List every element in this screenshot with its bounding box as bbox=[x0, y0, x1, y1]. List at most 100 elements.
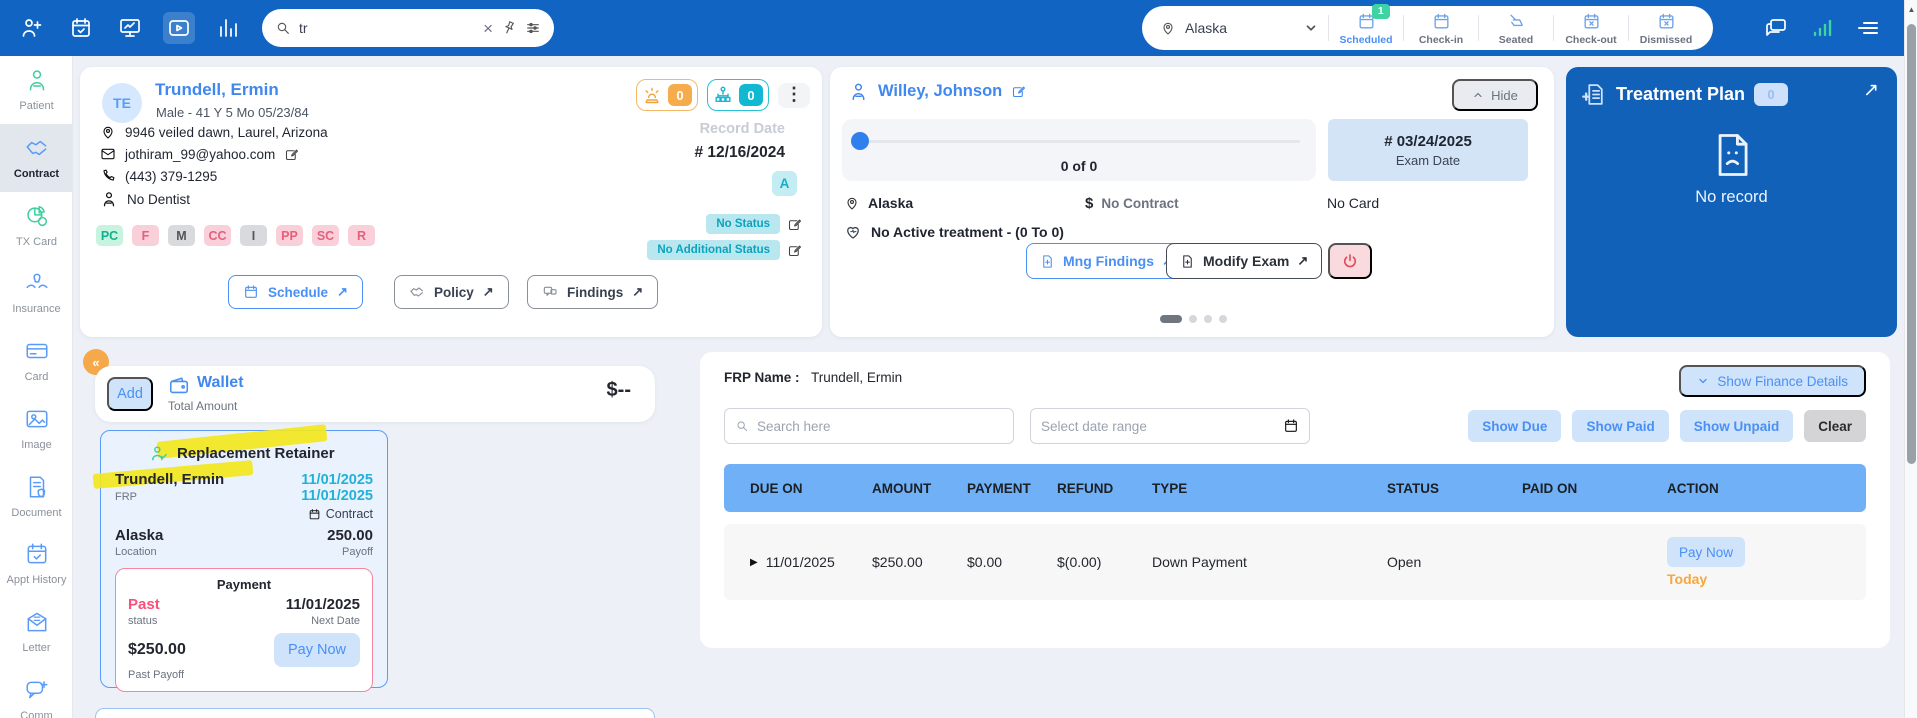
family-links-badge[interactable]: 0 bbox=[707, 79, 769, 111]
slider-track bbox=[858, 140, 1300, 143]
clear-filter-button[interactable]: Clear bbox=[1804, 410, 1866, 442]
add-patient-icon[interactable] bbox=[16, 12, 48, 44]
scroll-up-arrow[interactable]: ▲ bbox=[1905, 5, 1917, 14]
pin-search-icon[interactable] bbox=[498, 17, 519, 38]
chevron-down-icon[interactable] bbox=[1304, 21, 1318, 35]
show-finance-details-button[interactable]: Show Finance Details bbox=[1679, 365, 1866, 397]
tab-check-in[interactable]: Check-in bbox=[1404, 10, 1478, 46]
sidebar-item-card[interactable]: Card bbox=[0, 327, 73, 395]
tag-f[interactable]: F bbox=[132, 225, 159, 246]
no-record-text: No record bbox=[1695, 188, 1768, 206]
mng-findings-button[interactable]: Mng Findings↗ bbox=[1026, 243, 1187, 279]
edit-status-icon[interactable] bbox=[787, 217, 802, 232]
sidebar-item-document[interactable]: Document bbox=[0, 463, 73, 531]
record-date-label: Record Date bbox=[699, 121, 785, 137]
deactivate-power-button[interactable] bbox=[1328, 243, 1372, 279]
carousel-dot[interactable] bbox=[1219, 315, 1227, 323]
chat-icon[interactable] bbox=[1764, 16, 1788, 40]
tag-m[interactable]: M bbox=[168, 225, 195, 246]
sidebar-item-patient[interactable]: Patient bbox=[0, 56, 73, 124]
date-range-input[interactable] bbox=[1041, 418, 1275, 434]
col-payment: PAYMENT bbox=[967, 480, 1031, 496]
col-refund: REFUND bbox=[1057, 480, 1114, 496]
location-select[interactable]: Alaska bbox=[1160, 20, 1328, 36]
status-flag-badge[interactable]: A bbox=[772, 171, 797, 196]
active-treatment-row: No Active treatment - (0 To 0) bbox=[844, 223, 1064, 241]
edit-email-icon[interactable] bbox=[284, 147, 299, 162]
tab-check-out[interactable]: Check-out bbox=[1554, 10, 1628, 46]
patient-name[interactable]: Trundell, Ermin bbox=[155, 80, 279, 100]
next-contract-card-partial[interactable] bbox=[95, 708, 655, 718]
edit-doctor-icon[interactable] bbox=[1011, 84, 1026, 99]
tag-cc[interactable]: CC bbox=[204, 225, 231, 246]
exam-date-box[interactable]: # 03/24/2025 Exam Date bbox=[1328, 119, 1528, 181]
row-pay-now-button[interactable]: Pay Now bbox=[1667, 537, 1745, 567]
carousel-dot[interactable] bbox=[1204, 315, 1212, 323]
payment-next-date: 11/01/2025 bbox=[285, 596, 360, 613]
contract-location-label: Location bbox=[115, 546, 157, 558]
dismissed-calendar-icon bbox=[1657, 12, 1676, 31]
frp-name-row: FRP Name : Trundell, Ermin bbox=[724, 370, 902, 385]
page-scrollbar[interactable]: ▲ bbox=[1904, 0, 1917, 718]
sidebar-item-letter[interactable]: Letter bbox=[0, 598, 73, 666]
status-badge[interactable]: No Status bbox=[706, 214, 780, 234]
tag-pp[interactable]: PP bbox=[276, 225, 303, 246]
show-paid-button[interactable]: Show Paid bbox=[1572, 410, 1669, 442]
clear-search-icon[interactable]: × bbox=[483, 20, 493, 37]
wallet-add-button[interactable]: Add bbox=[107, 377, 153, 411]
schedule-button[interactable]: Schedule ↗ bbox=[228, 275, 363, 309]
calendar-icon[interactable] bbox=[65, 12, 97, 44]
show-due-button[interactable]: Show Due bbox=[1468, 410, 1562, 442]
edit-additional-status-icon[interactable] bbox=[787, 243, 802, 258]
carousel-dot[interactable] bbox=[1189, 315, 1197, 323]
sidebar-item-appt-history[interactable]: Appt History bbox=[0, 530, 73, 598]
show-unpaid-button[interactable]: Show Unpaid bbox=[1679, 410, 1794, 442]
location-pin-icon bbox=[1160, 20, 1176, 36]
sidebar-item-tx-card[interactable]: TX Card bbox=[0, 192, 73, 260]
additional-status-badge[interactable]: No Additional Status bbox=[647, 240, 780, 260]
sad-document-icon bbox=[1706, 129, 1758, 181]
policy-button[interactable]: Policy ↗ bbox=[394, 275, 509, 309]
alerts-badge[interactable]: 0 bbox=[636, 79, 698, 111]
search-filter-icon[interactable] bbox=[525, 20, 541, 36]
more-options-icon[interactable]: ⋮ bbox=[778, 82, 810, 108]
sidebar-item-image[interactable]: Image bbox=[0, 395, 73, 463]
hide-button[interactable]: Hide bbox=[1452, 79, 1538, 111]
treatment-plan-panel: Treatment Plan 0 ↗ No record bbox=[1566, 67, 1897, 337]
calendar-icon[interactable] bbox=[1283, 418, 1299, 434]
expand-row-icon[interactable]: ▶ bbox=[750, 557, 758, 568]
search-input[interactable] bbox=[299, 20, 476, 36]
contract-retainer-card[interactable]: Replacement Retainer Trundell, Ermin 11/… bbox=[92, 424, 388, 692]
scrollbar-thumb[interactable] bbox=[1907, 24, 1916, 464]
hamburger-menu-icon[interactable] bbox=[1856, 16, 1880, 40]
tag-sc[interactable]: SC bbox=[312, 225, 339, 246]
tag-i[interactable]: I bbox=[240, 225, 267, 246]
open-treatment-plan-icon[interactable]: ↗ bbox=[1863, 79, 1879, 102]
chevron-up-icon bbox=[1472, 89, 1484, 101]
tab-scheduled[interactable]: 1 Scheduled bbox=[1329, 4, 1403, 46]
sidebar-item-comm[interactable]: Comm bbox=[0, 666, 73, 718]
doctor-name[interactable]: Willey, Johnson bbox=[878, 82, 1002, 101]
signal-stats-icon[interactable] bbox=[1810, 16, 1834, 40]
modify-exam-button[interactable]: Modify Exam ↗ bbox=[1166, 243, 1323, 279]
col-amount: AMOUNT bbox=[872, 480, 932, 496]
findings-button[interactable]: Findings ↗ bbox=[527, 275, 659, 309]
check-out-calendar-icon bbox=[1582, 12, 1601, 31]
pay-now-button[interactable]: Pay Now bbox=[274, 633, 360, 667]
finance-search-input[interactable] bbox=[757, 418, 1003, 434]
carousel-dot-active[interactable] bbox=[1160, 315, 1182, 323]
patient-email[interactable]: jothiram_99@yahoo.com bbox=[125, 147, 275, 162]
location-pin-icon bbox=[844, 195, 860, 211]
sidebar-item-insurance[interactable]: Insurance bbox=[0, 259, 73, 327]
slider-knob[interactable] bbox=[851, 132, 869, 150]
tag-r[interactable]: R bbox=[348, 225, 375, 246]
monitor-chart-icon[interactable] bbox=[114, 12, 146, 44]
sidebar-item-contract[interactable]: Contract bbox=[0, 123, 73, 192]
tab-seated[interactable]: Seated bbox=[1479, 10, 1553, 46]
video-icon[interactable] bbox=[163, 12, 195, 44]
tag-pc[interactable]: PC bbox=[96, 225, 123, 246]
cell-payment: $0.00 bbox=[967, 554, 1003, 570]
tab-dismissed[interactable]: Dismissed bbox=[1629, 10, 1703, 46]
bar-chart-icon[interactable] bbox=[212, 12, 244, 44]
patient-icon bbox=[24, 67, 50, 93]
